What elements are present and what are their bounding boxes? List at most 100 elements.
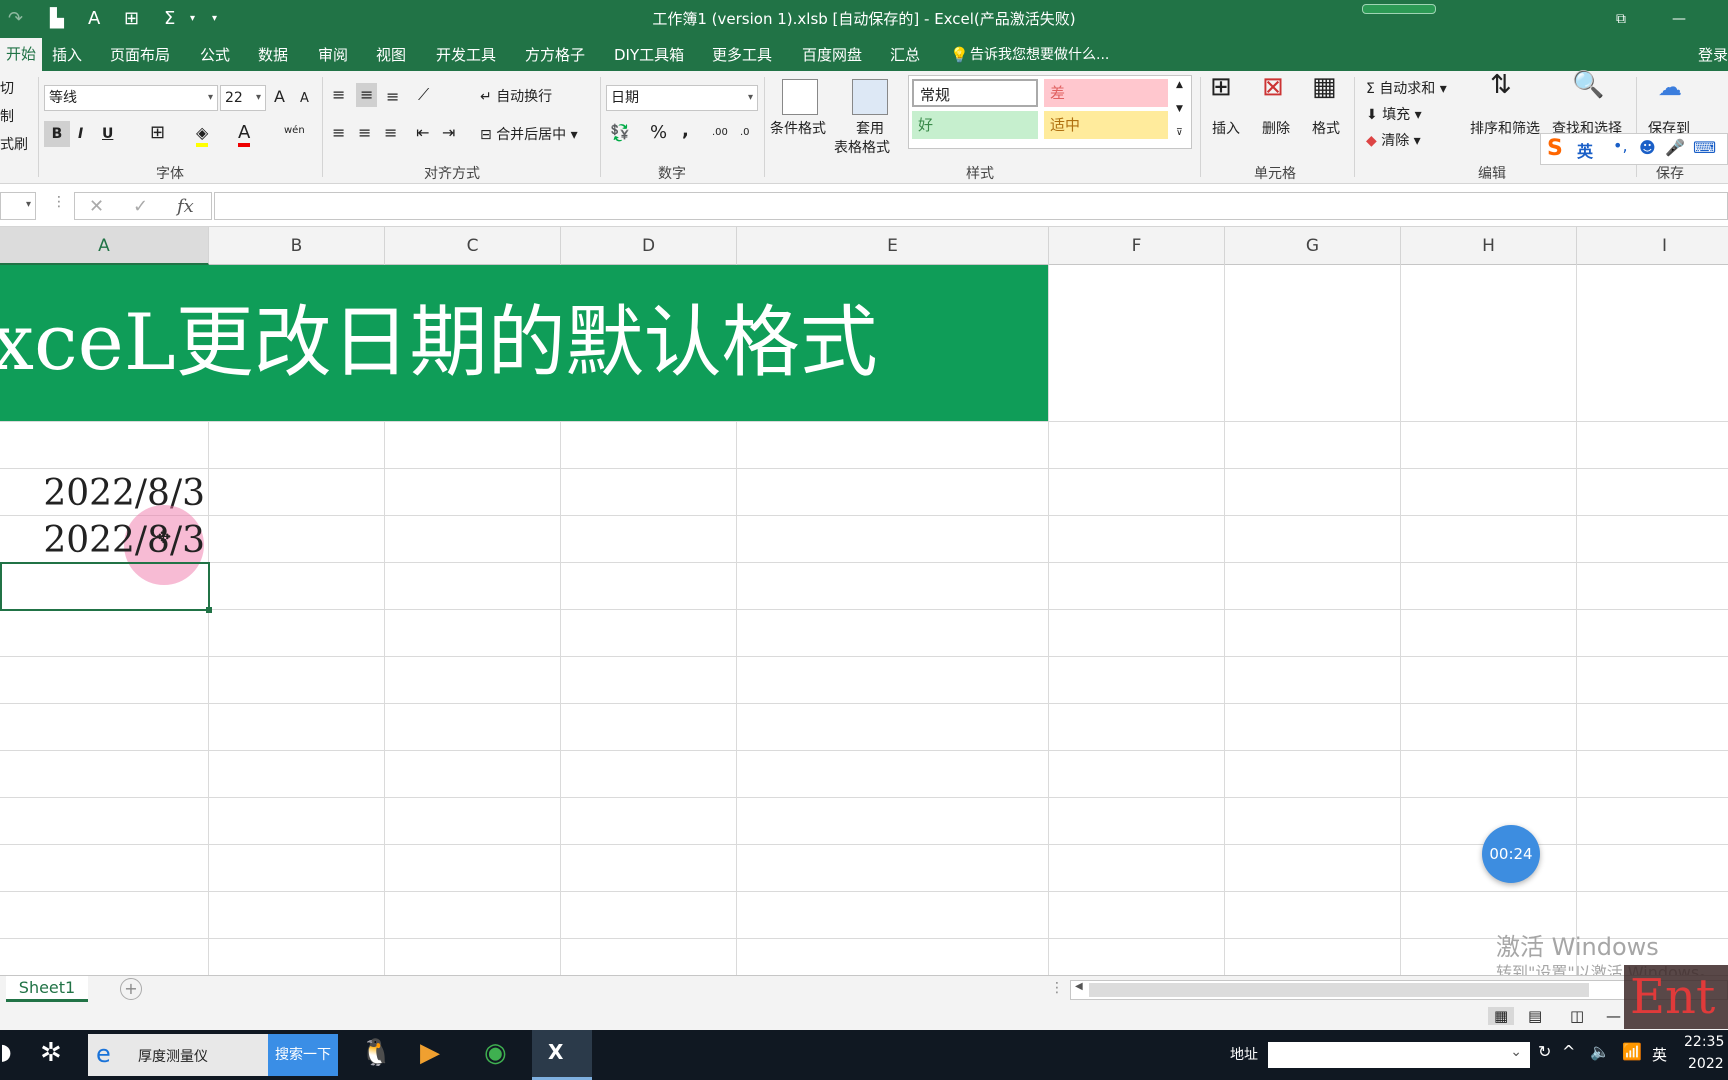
network-icon[interactable]: 📶 — [1622, 1042, 1642, 1061]
align-bottom-icon[interactable]: ≡ — [386, 87, 399, 107]
tab-review[interactable]: 审阅 — [318, 44, 348, 66]
style-bad[interactable]: 差 — [1044, 79, 1168, 107]
tell-me-search[interactable]: 告诉我您想要做什么... — [970, 44, 1109, 66]
number-format-select[interactable]: 日期 ▾ — [606, 85, 758, 111]
align-middle-icon[interactable]: ≡ — [356, 83, 378, 107]
login-link[interactable]: 登录 — [1698, 44, 1728, 66]
grow-font-button[interactable]: A — [274, 87, 285, 107]
enter-icon[interactable]: ✓ — [133, 196, 148, 217]
font-color-icon[interactable]: A — [238, 123, 251, 147]
phonetic-icon[interactable]: wén — [284, 121, 305, 141]
page-layout-view-icon[interactable]: ▤ — [1528, 1007, 1542, 1025]
find-icon[interactable]: 🔍 — [1572, 72, 1604, 98]
start-partial-icon[interactable]: ◗ — [0, 1040, 12, 1065]
border-icon[interactable]: ⊞ — [150, 123, 165, 143]
column-header-c[interactable]: C — [385, 227, 561, 265]
volume-icon[interactable]: 🔈 — [1590, 1042, 1610, 1061]
sort-filter-button[interactable]: 排序和筛选 — [1470, 119, 1540, 139]
tab-developer[interactable]: 开发工具 — [436, 44, 496, 66]
column-header-g[interactable]: G — [1225, 227, 1401, 265]
worksheet-grid[interactable]: xceL更改日期的默认格式 2022/8/3 2022/8/3 ✥ 00:24 … — [0, 265, 1728, 975]
conditional-format-icon[interactable] — [782, 79, 818, 115]
sort-filter-icon[interactable]: ⇅ — [1490, 72, 1512, 98]
align-center-icon[interactable]: ≡ — [358, 123, 371, 143]
font-name-select[interactable]: 等线 ▾ — [44, 85, 218, 111]
tray-expand-icon[interactable]: ^ — [1562, 1042, 1575, 1061]
sheet-tab-sheet1[interactable]: Sheet1 — [6, 976, 88, 1002]
media-player-icon[interactable]: ▶ — [420, 1038, 440, 1068]
fill-button[interactable]: ⬇ 填充 ▾ — [1366, 105, 1422, 125]
tab-baidu[interactable]: 百度网盘 — [802, 44, 862, 66]
tab-more-tools[interactable]: 更多工具 — [712, 44, 772, 66]
scrollbar-thumb[interactable] — [1089, 983, 1589, 997]
percent-button[interactable]: % — [650, 123, 667, 143]
app-pinwheel-icon[interactable]: ✲ — [40, 1038, 62, 1068]
format-cells-icon[interactable]: ▦ — [1312, 74, 1337, 100]
font-size-select[interactable]: 22 ▾ — [220, 85, 266, 111]
currency-icon[interactable]: 💱 — [610, 123, 630, 143]
sogou-icon[interactable]: S — [1547, 136, 1563, 161]
style-good[interactable]: 好 — [912, 111, 1038, 139]
keyboard-icon[interactable]: ⌨ — [1693, 138, 1716, 157]
format-painter-button[interactable]: 式刷 — [0, 135, 28, 155]
tab-fangfang[interactable]: 方方格子 — [525, 44, 585, 66]
fill-color-icon[interactable]: ◈ — [196, 123, 209, 147]
delete-cells-icon[interactable]: ⊠ — [1262, 74, 1284, 100]
cell-a4[interactable]: 2022/8/3 — [0, 520, 205, 561]
comma-button[interactable]: , — [682, 121, 689, 141]
qq-icon[interactable]: 🐧 — [360, 1038, 392, 1068]
style-neutral[interactable]: 适中 — [1044, 111, 1168, 139]
copy-button[interactable]: 制 — [0, 107, 14, 127]
refresh-icon[interactable]: ↻ — [1538, 1042, 1551, 1061]
clock-time[interactable]: 22:35 — [1684, 1034, 1724, 1050]
address-input[interactable]: ⌄ — [1268, 1042, 1530, 1068]
excel-taskbar-button[interactable]: X — [532, 1030, 592, 1080]
punctuation-icon[interactable]: •, — [1613, 136, 1628, 155]
emoji-icon[interactable]: ☻ — [1639, 138, 1656, 157]
gallery-expand-icon[interactable]: ⊽ — [1176, 123, 1183, 143]
shrink-font-button[interactable]: A — [300, 89, 309, 109]
ime-lang-toggle[interactable]: 英 — [1577, 138, 1593, 162]
tab-page-layout[interactable]: 页面布局 — [110, 44, 170, 66]
column-header-h[interactable]: H — [1401, 227, 1577, 265]
normal-view-icon[interactable]: ▦ — [1488, 1007, 1515, 1025]
minimize-icon[interactable]: — — [1672, 6, 1686, 32]
ie-taskbar-button[interactable]: e 厚度测量仪 — [88, 1034, 268, 1076]
tab-summary[interactable]: 汇总 — [890, 44, 920, 66]
table-format-icon[interactable] — [852, 79, 888, 115]
zoom-out-icon[interactable]: — — [1606, 1007, 1621, 1025]
insert-cells-button[interactable]: 插入 — [1212, 119, 1240, 139]
style-normal[interactable]: 常规 — [912, 79, 1038, 107]
wrap-text-button[interactable]: ↵ 自动换行 — [480, 87, 552, 107]
gallery-down-icon[interactable]: ▼ — [1176, 99, 1183, 119]
fill-handle[interactable] — [206, 607, 212, 613]
clock-date[interactable]: 2022 — [1688, 1056, 1724, 1072]
autosum-button[interactable]: Σ 自动求和 ▾ — [1366, 79, 1447, 99]
cloud-icon[interactable]: ☁ — [1658, 75, 1682, 99]
add-sheet-icon[interactable]: + — [120, 978, 142, 1000]
cancel-icon[interactable]: ✕ — [89, 196, 104, 217]
align-right-icon[interactable]: ≡ — [384, 123, 397, 143]
tab-view[interactable]: 视图 — [376, 44, 406, 66]
microphone-icon[interactable]: 🎤 — [1665, 138, 1685, 157]
clear-button[interactable]: ◆ 清除 ▾ — [1366, 131, 1421, 151]
recording-timer[interactable]: 00:24 — [1482, 825, 1540, 883]
tab-data[interactable]: 数据 — [258, 44, 288, 66]
table-format-button-line2[interactable]: 表格格式 — [834, 138, 890, 158]
bold-button[interactable]: B — [44, 121, 70, 147]
restore-window-icon[interactable]: ⧉ — [1616, 6, 1626, 32]
gallery-up-icon[interactable]: ▲ — [1176, 75, 1183, 95]
search-button[interactable]: 搜索一下 — [268, 1034, 338, 1076]
italic-button[interactable]: I — [78, 124, 83, 144]
selected-cell[interactable] — [0, 562, 212, 613]
name-box[interactable]: ▾ — [0, 192, 36, 220]
tab-diy[interactable]: DIY工具箱 — [614, 44, 684, 66]
ime-indicator[interactable]: 英 — [1652, 1044, 1667, 1065]
column-header-e[interactable]: E — [737, 227, 1049, 265]
column-header-a[interactable]: A — [0, 227, 209, 265]
tab-home[interactable]: 开始 — [0, 38, 43, 71]
conditional-format-button[interactable]: 条件格式 — [770, 119, 826, 139]
merge-center-button[interactable]: ⊟ 合并后居中 ▾ — [480, 125, 578, 145]
insert-function-icon[interactable]: fx — [177, 196, 194, 217]
align-top-icon[interactable]: ≡ — [332, 85, 345, 105]
